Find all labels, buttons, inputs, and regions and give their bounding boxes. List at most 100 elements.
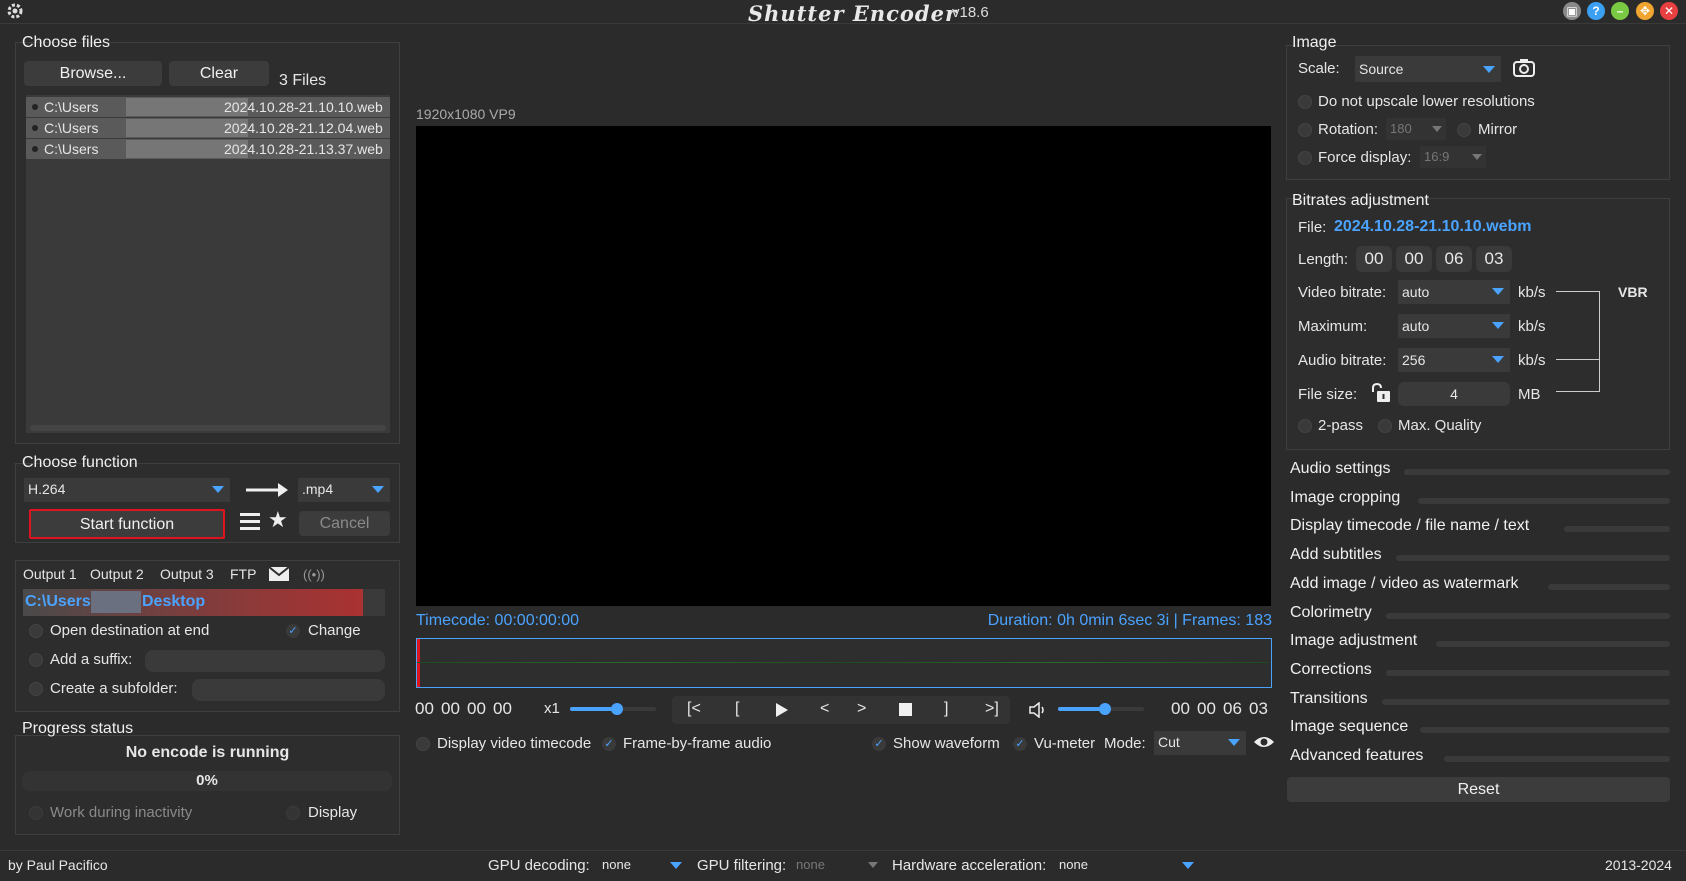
file-list[interactable]: C:\Users 2024.10.28-21.10.10.web C:\User… [26,95,390,433]
file-list-row[interactable]: C:\Users 2024.10.28-21.13.37.web [26,139,390,159]
extension-select[interactable]: .mp4 [298,478,390,502]
video-bitrate-select[interactable]: auto [1398,280,1510,304]
stop-icon[interactable] [899,703,912,716]
file-size-input[interactable]: 4 [1398,382,1510,406]
compact-icon[interactable]: ▣ [1563,2,1581,20]
go-end-button[interactable]: >] [985,700,999,718]
current-tc-seconds[interactable]: 00 [467,699,486,719]
end-tc-minutes[interactable]: 00 [1197,699,1216,719]
speed-slider[interactable] [570,703,656,715]
clear-button[interactable]: Clear [169,61,269,86]
function-select[interactable]: H.264 [24,478,230,502]
section-display-timecode[interactable]: Display timecode / file name / text [1290,517,1529,535]
subfolder-input[interactable] [192,679,385,701]
suffix-input[interactable] [145,650,385,672]
file-list-scrollbar[interactable] [30,425,386,431]
help-icon[interactable]: ? [1587,2,1605,20]
section-advanced-features[interactable]: Advanced features [1290,747,1423,765]
end-tc-hours[interactable]: 00 [1171,699,1190,719]
length-frames[interactable]: 03 [1476,246,1512,272]
length-hours[interactable]: 00 [1356,246,1392,272]
current-tc-minutes[interactable]: 00 [441,699,460,719]
current-tc-frames[interactable]: 00 [493,699,512,719]
section-image-adjustment[interactable]: Image adjustment [1290,632,1417,650]
go-start-button[interactable]: [< [687,700,701,718]
playhead[interactable] [417,639,420,687]
mode-select[interactable]: Cut [1154,731,1246,755]
favorite-star-icon[interactable]: ★ [268,509,288,531]
tab-output-1[interactable]: Output 1 [23,566,77,582]
two-pass-radio[interactable] [1298,419,1312,433]
section-transitions[interactable]: Transitions [1290,690,1368,708]
section-colorimetry[interactable]: Colorimetry [1290,604,1372,622]
tab-output-2[interactable]: Output 2 [90,566,144,582]
mark-in-button[interactable]: [ [735,700,739,718]
mail-icon[interactable] [268,566,290,585]
unlock-icon[interactable] [1370,382,1392,407]
force-display-radio[interactable] [1298,151,1312,165]
tab-output-3[interactable]: Output 3 [160,566,214,582]
waveform-timeline[interactable] [416,638,1272,688]
section-image-cropping[interactable]: Image cropping [1290,489,1400,507]
destination-path[interactable]: C:\Users Desktop [23,589,385,616]
volume-slider-knob[interactable] [1099,703,1111,715]
length-minutes[interactable]: 00 [1396,246,1432,272]
cancel-button[interactable]: Cancel [299,511,390,536]
force-display-select[interactable]: 16:9 [1420,146,1486,168]
section-add-subtitles[interactable]: Add subtitles [1290,546,1382,564]
next-frame-button[interactable]: > [857,700,866,718]
close-icon[interactable]: ✕ [1660,2,1678,20]
rotation-radio[interactable] [1298,123,1312,137]
browse-button[interactable]: Browse... [24,61,162,86]
add-suffix-radio[interactable] [29,653,43,667]
broadcast-icon[interactable]: ((•)) [303,567,325,582]
length-seconds[interactable]: 06 [1436,246,1472,272]
end-tc-seconds[interactable]: 06 [1223,699,1242,719]
vumeter-checkbox[interactable]: ✓ [1013,737,1027,751]
menu-icon[interactable] [240,513,260,531]
create-subfolder-radio[interactable] [29,682,43,696]
section-add-watermark[interactable]: Add image / video as watermark [1290,575,1519,593]
display-radio[interactable] [286,806,300,820]
tab-ftp[interactable]: FTP [230,566,256,582]
play-icon[interactable] [776,703,788,717]
section-audio-settings[interactable]: Audio settings [1290,460,1391,478]
section-image-sequence[interactable]: Image sequence [1290,718,1408,736]
frame-audio-checkbox[interactable]: ✓ [602,737,616,751]
hw-accel-select[interactable]: none [1055,854,1200,876]
reset-button[interactable]: Reset [1287,777,1670,802]
prev-frame-button[interactable]: < [820,700,829,718]
mark-out-button[interactable]: ] [944,700,948,718]
file-list-row[interactable]: C:\Users 2024.10.28-21.10.10.web [26,97,390,117]
file-list-row[interactable]: C:\Users 2024.10.28-21.12.04.web [26,118,390,138]
screenshot-icon[interactable] [1513,58,1535,82]
current-tc-hours[interactable]: 00 [415,699,434,719]
settings-gear-icon[interactable] [6,2,24,20]
section-corrections[interactable]: Corrections [1290,661,1372,679]
vbr-label[interactable]: VBR [1618,284,1648,300]
end-tc-frames[interactable]: 03 [1249,699,1268,719]
display-timecode-radio[interactable] [416,737,430,751]
work-inactivity-radio[interactable] [29,806,43,820]
speed-slider-knob[interactable] [611,703,623,715]
change-checkbox[interactable]: ✓ [286,624,300,638]
scale-select[interactable]: Source [1355,56,1501,82]
section-divider [1382,699,1670,705]
eye-icon[interactable] [1253,734,1275,754]
open-destination-radio[interactable] [29,624,43,638]
mirror-radio[interactable] [1457,123,1471,137]
volume-slider[interactable] [1058,703,1144,715]
start-function-button[interactable]: Start function [29,509,225,539]
gpu-decoding-select[interactable]: none [598,854,688,876]
rotation-select[interactable]: 180 [1386,118,1446,140]
no-upscale-radio[interactable] [1298,95,1312,109]
video-preview[interactable] [416,126,1271,606]
max-quality-radio[interactable] [1378,419,1392,433]
maximum-bitrate-select[interactable]: auto [1398,314,1510,338]
audio-bitrate-select[interactable]: 256 [1398,348,1510,372]
maximize-icon[interactable]: ✥ [1636,2,1654,20]
volume-icon[interactable] [1029,701,1047,722]
show-waveform-checkbox[interactable]: ✓ [872,737,886,751]
gpu-filtering-select[interactable]: none [792,854,882,876]
minimize-icon[interactable]: – [1611,2,1629,20]
